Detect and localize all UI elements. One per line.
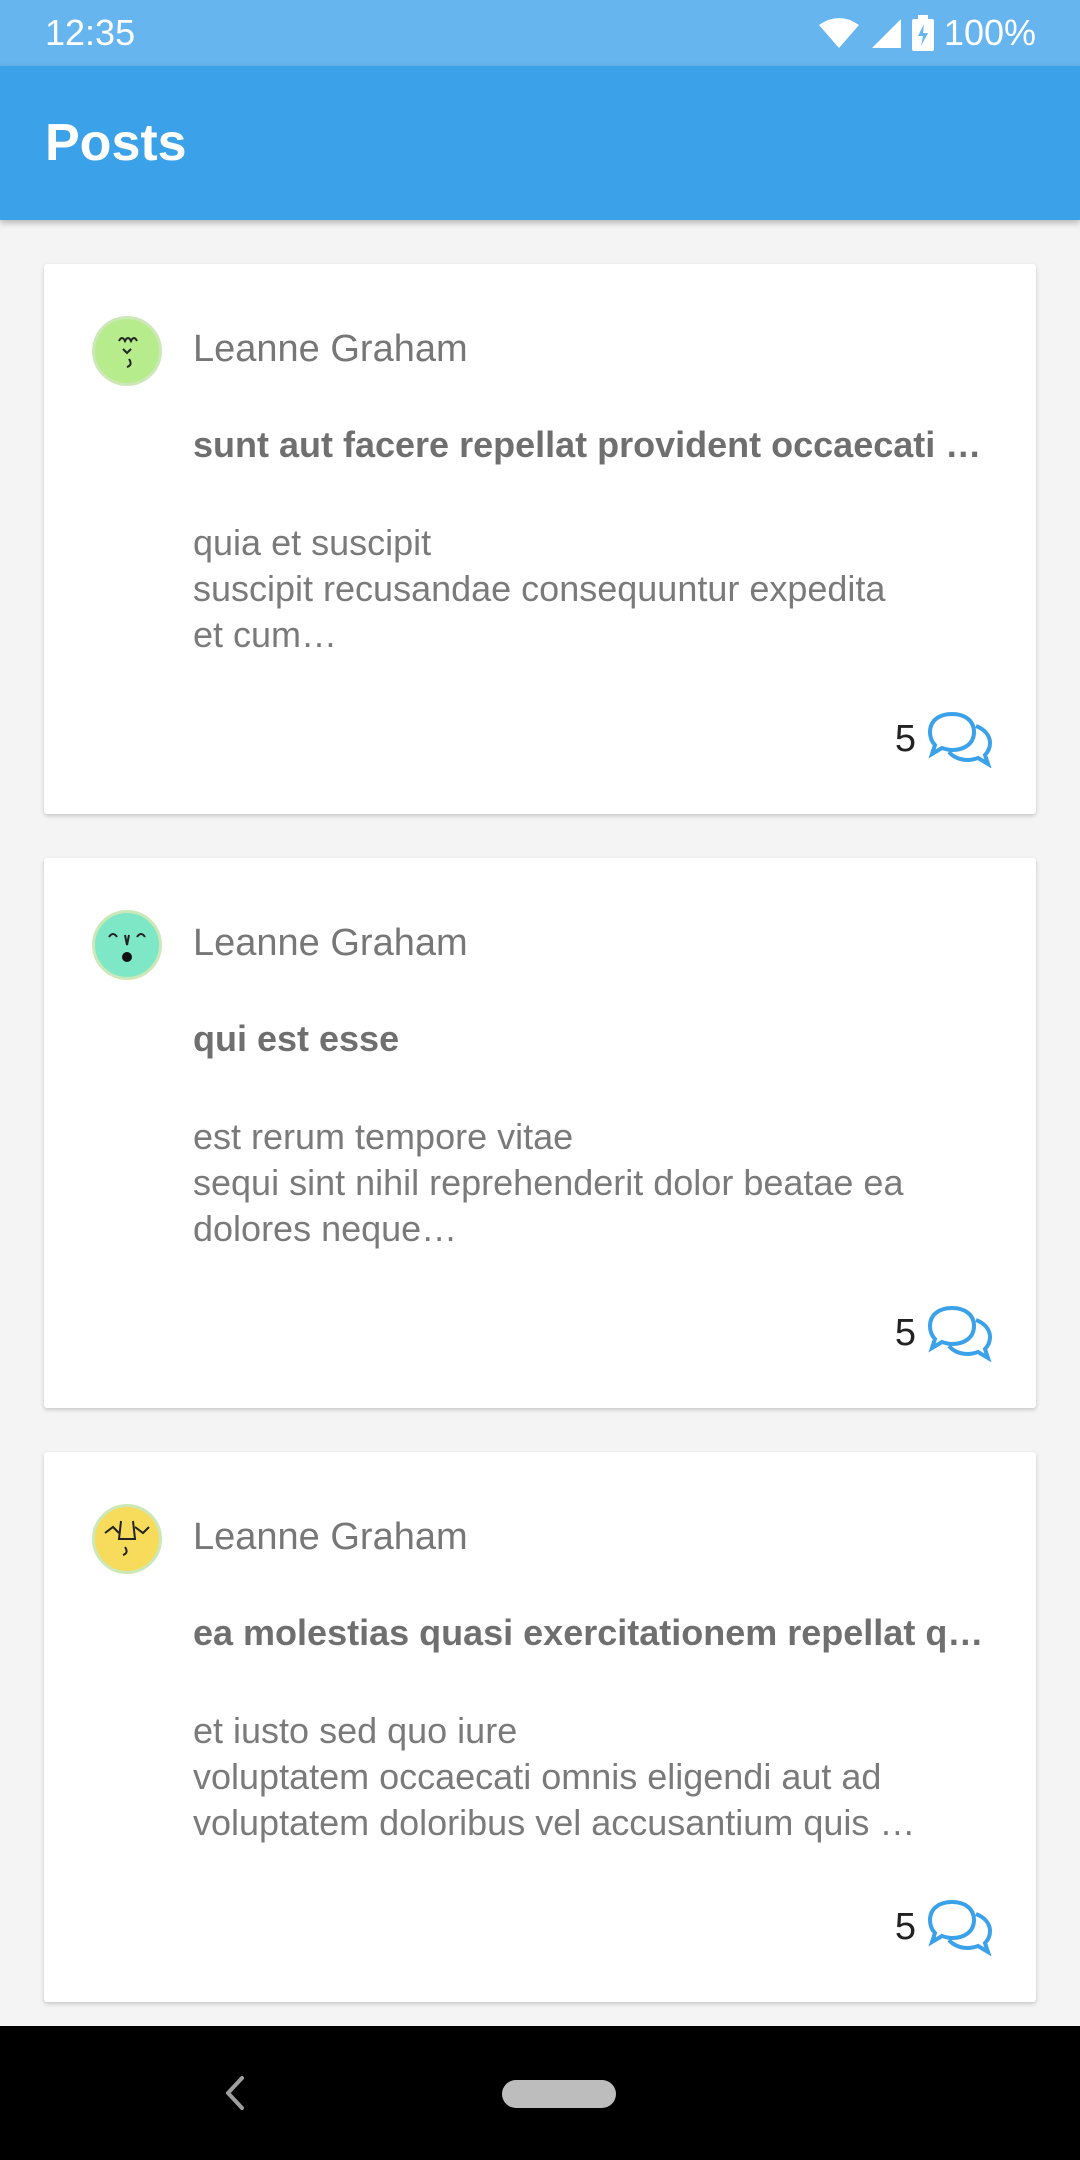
wifi-icon: [818, 17, 860, 49]
comments-icon: [927, 1305, 993, 1362]
post-title: ea molestias quasi exercitationem repell…: [193, 1612, 984, 1653]
battery-icon: [911, 15, 934, 51]
post-card[interactable]: Leanne Graham sunt aut facere repellat p…: [44, 264, 1036, 814]
post-author: Leanne Graham: [193, 1516, 468, 1558]
status-time: 12:35: [45, 12, 136, 53]
post-title: sunt aut facere repellat provident occae…: [193, 424, 982, 465]
battery-level: 100%: [943, 12, 1036, 53]
comments-button[interactable]: 5: [895, 1304, 994, 1362]
post-author: Leanne Graham: [193, 328, 468, 370]
post-card[interactable]: Leanne Graham ea molestias quasi exercit…: [44, 1452, 1036, 2002]
avatar-face-icon: [108, 933, 146, 962]
comment-count: 5: [894, 717, 916, 760]
avatar-face-icon: [118, 337, 138, 368]
post-card[interactable]: Leanne Graham qui est esse est rerum tem…: [44, 858, 1036, 1408]
home-button[interactable]: [502, 2080, 616, 2108]
comments-icon: [927, 1899, 993, 1956]
post-body: quia et suscipit suscipit recusandae con…: [193, 522, 886, 655]
comment-count: 5: [894, 1905, 916, 1948]
post-body: est rerum tempore vitae sequi sint nihil…: [193, 1116, 904, 1249]
signal-icon: [870, 17, 902, 49]
comments-icon: [927, 711, 993, 768]
avatar: [92, 1504, 162, 1574]
comment-count: 5: [894, 1311, 916, 1354]
post-title: qui est esse: [193, 1018, 400, 1059]
app-bar: Posts: [0, 66, 1080, 220]
post-author: Leanne Graham: [193, 922, 468, 964]
comments-button[interactable]: 5: [895, 1898, 994, 1956]
avatar-face-icon: [104, 1520, 150, 1556]
status-bar: 12:35 100%: [0, 0, 1080, 66]
avatar: [92, 910, 162, 980]
comments-button[interactable]: 5: [895, 710, 994, 768]
page-title: Posts: [45, 114, 187, 172]
post-list: Leanne Graham sunt aut facere repellat p…: [44, 264, 1036, 2046]
status-icons: 100%: [818, 12, 1036, 54]
back-icon[interactable]: [220, 2072, 250, 2114]
avatar: [92, 316, 162, 386]
post-body: et iusto sed quo iure voluptatem occaeca…: [193, 1710, 916, 1843]
